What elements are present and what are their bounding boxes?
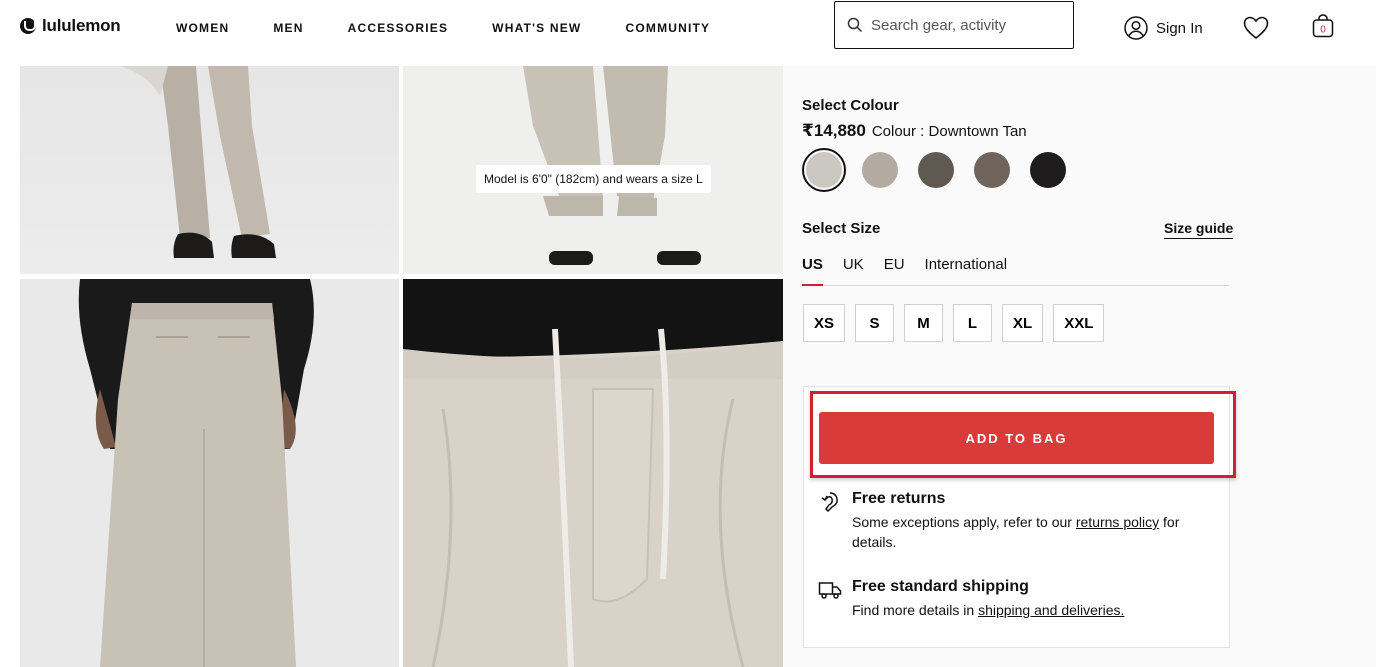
bag-button[interactable]: 0	[1312, 14, 1334, 43]
truck-icon	[818, 582, 842, 599]
select-colour-label: Select Colour	[802, 97, 899, 114]
size-xl-button[interactable]: XL	[1002, 304, 1044, 342]
heart-icon	[1243, 16, 1269, 40]
model-size-note: Model is 6'0" (182cm) and wears a size L	[476, 165, 711, 193]
nav-whats-new[interactable]: WHAT'S NEW	[492, 21, 581, 35]
nav-accessories[interactable]: ACCESSORIES	[348, 21, 449, 35]
sign-in-link[interactable]: Sign In	[1124, 16, 1203, 40]
free-shipping-text: Find more details in shipping and delive…	[852, 600, 1124, 620]
nav-men[interactable]: MEN	[273, 21, 303, 35]
colour-swatch-5[interactable]	[1026, 148, 1070, 192]
tab-uk[interactable]: UK	[843, 256, 864, 286]
size-xxl-button[interactable]: XXL	[1053, 304, 1105, 342]
product-image-1[interactable]	[20, 66, 399, 274]
colour-swatch-fill	[974, 152, 1010, 188]
search-icon	[847, 17, 863, 33]
colour-swatch-3[interactable]	[914, 148, 958, 192]
shipping-text-pre: Find more details in	[852, 602, 975, 618]
free-returns-title: Free returns	[852, 490, 946, 507]
colour-swatch-fill	[1030, 152, 1066, 188]
product-image-3[interactable]	[20, 279, 399, 667]
tab-us[interactable]: US	[802, 256, 823, 286]
product-price: ₹14,880	[802, 121, 866, 140]
size-s-button[interactable]: S	[855, 304, 895, 342]
main-nav: WOMEN MEN ACCESSORIES WHAT'S NEW COMMUNI…	[176, 21, 754, 35]
size-m-button[interactable]: M	[904, 304, 944, 342]
tab-eu[interactable]: EU	[884, 256, 905, 286]
brand-name: lululemon	[42, 16, 121, 35]
bag-count: 0	[1320, 25, 1326, 36]
free-shipping-info: Free standard shipping Find more details…	[818, 578, 1218, 620]
lululemon-logo-icon	[20, 18, 36, 34]
size-system-tabs: US UK EU International	[802, 256, 1229, 286]
user-icon	[1124, 16, 1148, 40]
returns-text-pre: Some exceptions apply, refer to our	[852, 514, 1072, 530]
colour-swatch-fill	[862, 152, 898, 188]
selected-colour-name: Colour : Downtown Tan	[871, 123, 1027, 140]
size-xs-button[interactable]: XS	[803, 304, 846, 342]
search-input[interactable]	[871, 16, 1061, 34]
site-header: lululemon WOMEN MEN ACCESSORIES WHAT'S N…	[0, 0, 1376, 66]
size-guide-link[interactable]: Size guide	[1164, 220, 1234, 239]
colour-swatch-2[interactable]	[858, 148, 902, 192]
tab-international[interactable]: International	[925, 256, 1008, 286]
colour-swatches	[802, 148, 1070, 192]
nav-women[interactable]: WOMEN	[176, 21, 229, 35]
size-l-button[interactable]: L	[953, 304, 993, 342]
colour-swatch-4[interactable]	[970, 148, 1014, 192]
nav-community[interactable]: COMMUNITY	[625, 21, 710, 35]
search-box[interactable]	[834, 1, 1074, 49]
product-image-4[interactable]	[403, 279, 783, 667]
brand-logo[interactable]: lululemon	[20, 16, 121, 36]
colour-swatch-fill	[806, 152, 842, 188]
returns-icon	[821, 492, 838, 513]
colour-swatch-1[interactable]	[802, 148, 846, 192]
free-returns-text: Some exceptions apply, refer to our retu…	[852, 512, 1218, 552]
sign-in-label: Sign In	[1156, 19, 1203, 37]
size-options: XS S M L XL XXL	[803, 304, 1105, 342]
free-shipping-title: Free standard shipping	[852, 578, 1029, 595]
free-returns-info: Free returns Some exceptions apply, refe…	[818, 490, 1218, 552]
select-size-label: Select Size	[802, 220, 881, 237]
price-row: ₹14,880 Colour : Downtown Tan	[802, 121, 1027, 141]
wishlist-button[interactable]	[1243, 16, 1269, 45]
product-gallery	[0, 66, 783, 667]
returns-policy-link[interactable]: returns policy	[1076, 514, 1159, 530]
add-to-bag-button[interactable]: ADD TO BAG	[819, 412, 1214, 464]
colour-swatch-fill	[918, 152, 954, 188]
shipping-deliveries-link[interactable]: shipping and deliveries.	[978, 602, 1124, 618]
bag-icon: 0	[1312, 14, 1334, 38]
